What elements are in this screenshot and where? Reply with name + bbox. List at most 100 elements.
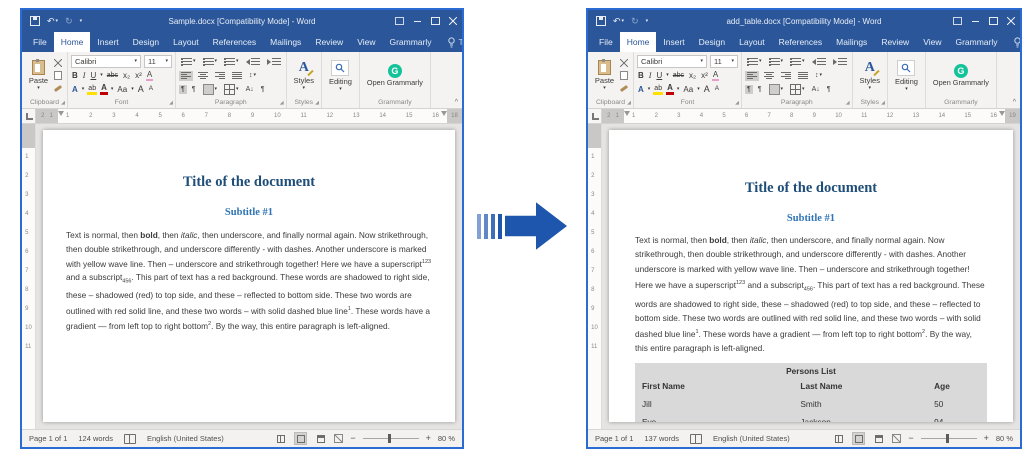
dialog-launcher-icon[interactable]: ◢ xyxy=(846,101,850,106)
align-right-button[interactable] xyxy=(213,71,227,81)
horizontal-ruler[interactable]: 21 12345678910111213141516 18 xyxy=(22,109,462,124)
tab-view[interactable]: View xyxy=(916,32,948,52)
align-left-button[interactable] xyxy=(179,71,193,81)
shrink-font-button[interactable]: A xyxy=(148,86,154,93)
paste-button[interactable]: Paste ▾ xyxy=(25,54,52,97)
bold-button[interactable]: B xyxy=(71,72,79,80)
justify-button[interactable] xyxy=(230,71,244,81)
proofing-icon[interactable] xyxy=(124,434,136,444)
clear-formatting-button[interactable]: A xyxy=(146,71,153,81)
print-layout-button[interactable] xyxy=(294,432,307,445)
editing-button[interactable]: Editing ▾ xyxy=(891,54,922,97)
tell-me-box[interactable]: Tell me xyxy=(1005,32,1023,52)
dialog-launcher-icon[interactable]: ◢ xyxy=(315,101,319,106)
zoom-out-button[interactable]: − xyxy=(350,434,355,443)
minimize-button[interactable] xyxy=(408,10,426,32)
table-cell[interactable]: Smith xyxy=(793,395,927,413)
zoom-in-button[interactable]: + xyxy=(984,434,989,443)
highlight-color-button[interactable]: ab xyxy=(653,85,663,95)
page-indicator[interactable]: Page 1 of 1 xyxy=(29,434,67,443)
sort-button[interactable]: A↓ xyxy=(810,85,822,94)
web-layout-button[interactable] xyxy=(314,432,327,445)
styles-button[interactable]: A Styles ▾ xyxy=(290,54,318,97)
borders-button[interactable]: ▾ xyxy=(222,83,241,96)
ltr-text-button[interactable]: ¶ xyxy=(745,85,753,94)
tab-home[interactable]: Home xyxy=(620,32,657,52)
font-size-combo[interactable]: 11▾ xyxy=(710,55,738,68)
tab-view[interactable]: View xyxy=(350,32,382,52)
tab-selector[interactable] xyxy=(588,109,602,123)
document-page[interactable]: Title of the document Subtitle #1 Text i… xyxy=(43,130,455,422)
redo-button[interactable]: ↻ xyxy=(65,16,73,27)
zoom-slider[interactable] xyxy=(921,438,977,439)
font-name-combo[interactable]: Calibri▾ xyxy=(71,55,141,68)
tell-me-box[interactable]: Tell me xyxy=(439,32,465,52)
font-color-button[interactable]: A xyxy=(100,84,108,95)
change-case-button[interactable]: Aa xyxy=(682,86,694,94)
vertical-ruler[interactable]: 1234567891011 xyxy=(588,124,602,429)
zoom-in-button[interactable]: + xyxy=(426,434,431,443)
superscript-button[interactable]: x² xyxy=(134,72,143,80)
bullet-list-button[interactable]: ▾ xyxy=(179,57,198,67)
language-indicator[interactable]: English (United States) xyxy=(147,434,224,443)
tab-file[interactable]: File xyxy=(592,32,620,52)
tab-grammarly[interactable]: Grammarly xyxy=(948,32,1004,52)
paste-button[interactable]: Paste ▾ xyxy=(591,54,618,97)
show-marks-button[interactable]: ¶ xyxy=(259,85,267,94)
tab-review[interactable]: Review xyxy=(308,32,350,52)
ribbon-display-options-button[interactable] xyxy=(948,10,966,32)
table-cell[interactable]: 50 xyxy=(927,395,987,413)
dialog-launcher-icon[interactable]: ◢ xyxy=(735,101,739,106)
zoom-level-icon[interactable] xyxy=(334,434,343,443)
tab-mailings[interactable]: Mailings xyxy=(263,32,308,52)
copy-button[interactable] xyxy=(52,70,64,81)
shading-button[interactable]: ▾ xyxy=(767,83,786,96)
table-cell[interactable]: Jackson xyxy=(793,413,927,422)
increase-indent-button[interactable] xyxy=(831,57,849,67)
ltr-text-button[interactable]: ¶ xyxy=(179,85,187,94)
undo-button[interactable]: ↶▾ xyxy=(613,16,624,27)
font-name-combo[interactable]: Calibri▾ xyxy=(637,55,707,68)
decrease-indent-button[interactable] xyxy=(810,57,828,67)
doc-table[interactable]: Persons ListFirst NameLast NameAgeJillSm… xyxy=(635,363,987,422)
dialog-launcher-icon[interactable]: ◢ xyxy=(881,101,885,106)
bullet-list-button[interactable]: ▾ xyxy=(745,57,764,67)
underline-button[interactable]: U xyxy=(89,72,97,80)
maximize-button[interactable] xyxy=(984,10,1002,32)
zoom-level-icon[interactable] xyxy=(892,434,901,443)
text-effects-button[interactable]: A xyxy=(637,86,645,94)
align-center-button[interactable] xyxy=(196,71,210,81)
table-header-cell[interactable]: Age xyxy=(927,377,987,395)
dialog-launcher-icon[interactable]: ◢ xyxy=(280,101,284,106)
rtl-text-button[interactable]: ¶ xyxy=(756,85,764,94)
clear-formatting-button[interactable]: A xyxy=(712,71,719,81)
table-cell[interactable]: Jill xyxy=(635,395,793,413)
tab-references[interactable]: References xyxy=(206,32,263,52)
word-count[interactable]: 124 words xyxy=(78,434,113,443)
language-indicator[interactable]: English (United States) xyxy=(713,434,790,443)
editing-button[interactable]: Editing ▾ xyxy=(325,54,356,97)
vertical-ruler[interactable]: 1234567891011 xyxy=(22,124,36,429)
copy-button[interactable] xyxy=(618,70,630,81)
borders-button[interactable]: ▾ xyxy=(788,83,807,96)
decrease-indent-button[interactable] xyxy=(244,57,262,67)
zoom-out-button[interactable]: − xyxy=(908,434,913,443)
increase-indent-button[interactable] xyxy=(265,57,283,67)
dialog-launcher-icon[interactable]: ◢ xyxy=(169,101,173,106)
multilevel-list-button[interactable]: ▾ xyxy=(222,57,241,67)
table-header-cell[interactable]: First Name xyxy=(635,377,793,395)
numbered-list-button[interactable]: ▾ xyxy=(201,57,220,67)
tab-file[interactable]: File xyxy=(26,32,54,52)
maximize-button[interactable] xyxy=(426,10,444,32)
table-header-cell[interactable]: Last Name xyxy=(793,377,927,395)
horizontal-ruler[interactable]: 21 12345678910111213141516 19 xyxy=(588,109,1020,124)
subscript-button[interactable]: x₂ xyxy=(688,72,697,80)
chevron-down-icon[interactable]: ▾ xyxy=(100,73,103,78)
minimize-button[interactable] xyxy=(966,10,984,32)
tab-selector[interactable] xyxy=(22,109,36,123)
tab-home[interactable]: Home xyxy=(54,32,91,52)
open-grammarly-button[interactable]: G Open Grammarly xyxy=(363,54,427,97)
close-button[interactable] xyxy=(1002,10,1020,32)
collapse-ribbon-button[interactable]: ^ xyxy=(1013,99,1016,106)
grow-font-button[interactable]: A xyxy=(703,85,711,94)
